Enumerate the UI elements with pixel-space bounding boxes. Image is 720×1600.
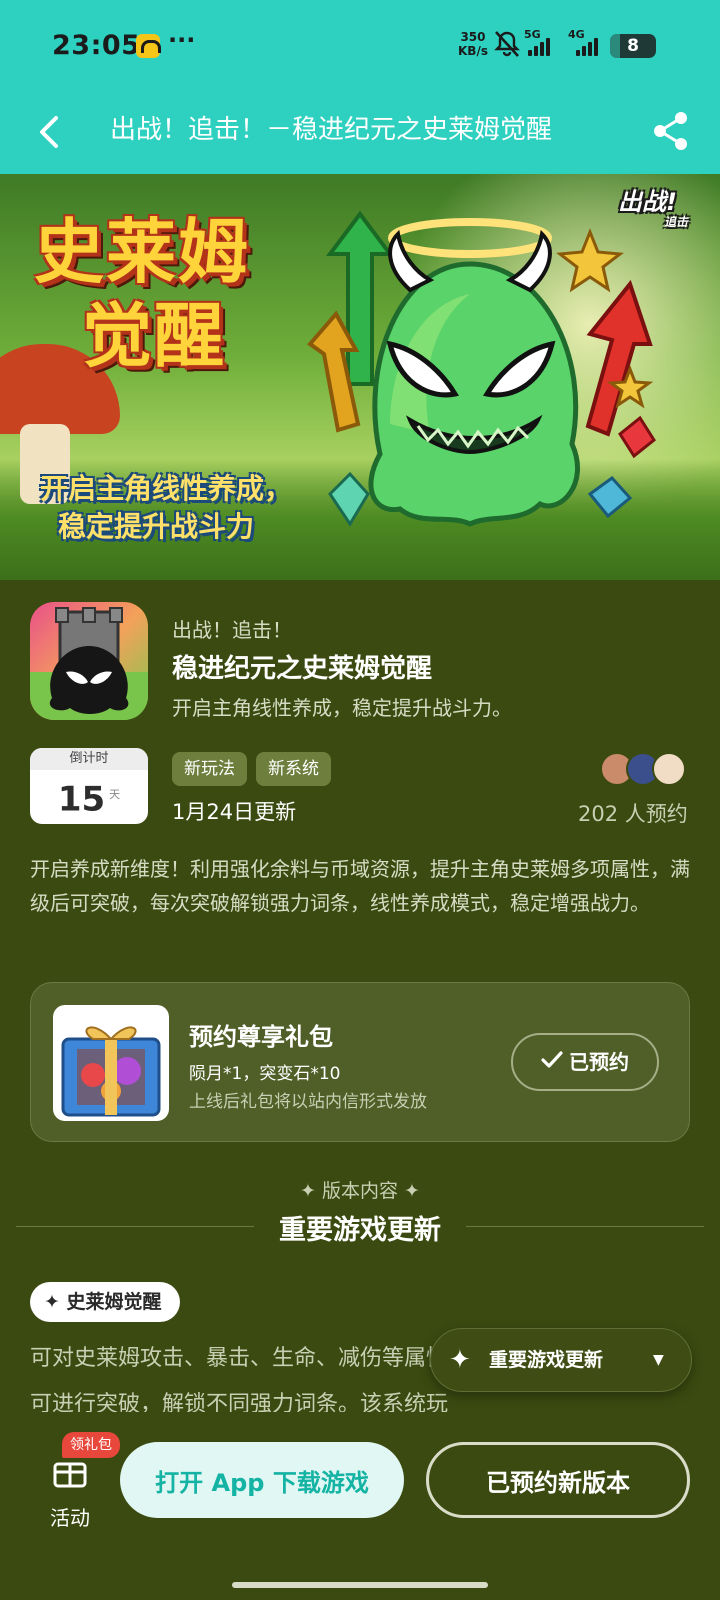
reserved-new-version-button[interactable]: 已预约新版本 [426, 1442, 690, 1518]
activity-button[interactable]: 活动 [42, 1446, 98, 1530]
reserve-count: 202 人预约 [578, 802, 688, 826]
banner-title: 史莱姆 觉醒 [34, 211, 250, 377]
game-title: 稳进纪元之史莱姆觉醒 [172, 654, 433, 684]
feature-label: 史莱姆觉醒 [66, 1291, 162, 1313]
slime-character-illustration [307, 210, 656, 527]
signal-bars-1-icon [528, 36, 550, 56]
sparkle-icon: ✦ [449, 1345, 471, 1375]
more-notifications-icon: ··· [168, 26, 196, 54]
banner-subtitle: 开启主角线性养成， 稳定提升战斗力 [40, 472, 293, 543]
feature-label-pill: ✦ 史莱姆觉醒 [30, 1282, 180, 1322]
update-date: 1月24日更新 [172, 800, 297, 824]
open-app-download-button[interactable]: 打开 App 下载游戏 [120, 1442, 404, 1518]
gift-box-icon [61, 1026, 161, 1117]
caret-down-icon: ▼ [653, 1352, 664, 1368]
tower-slime-icon [30, 607, 148, 720]
battery-indicator: 8 [610, 34, 656, 58]
version-section-label: ✦ 版本内容 ✦ [300, 1180, 420, 1202]
sparkle-icon: ✦ [44, 1291, 60, 1313]
network-speed-unit: KB/s [458, 44, 488, 58]
top-nav-bar: 出战！追击！－稳进纪元之史莱姆觉醒 [0, 90, 720, 174]
reservation-gift-card: 预约尊享礼包 陨月*1，突变石*10 上线后礼包将以站内信形式发放 已预约 [30, 982, 690, 1142]
back-chevron-icon[interactable] [30, 110, 70, 154]
page-title: 出战！追击！－稳进纪元之史莱姆觉醒 [110, 115, 553, 145]
game-subtitle: 出战！追击！ [172, 618, 292, 642]
status-time: 23:05 [52, 30, 141, 61]
promo-banner: 史莱姆 觉醒 开启主角线性养成， 稳定提升战斗力 出战! 追击 [0, 174, 720, 580]
gift-note: 上线后礼包将以站内信形式发放 [189, 1092, 427, 1112]
gift-title: 预约尊享礼包 [189, 1023, 333, 1051]
mute-bell-icon [494, 31, 520, 57]
bottom-action-bar: 活动 领礼包 打开 App 下载游戏 已预约新版本 [0, 1412, 720, 1572]
section-jump-button[interactable]: ✦ 重要游戏更新 ▼ [430, 1328, 692, 1392]
section-jump-label: 重要游戏更新 [489, 1349, 604, 1371]
home-indicator[interactable] [232, 1582, 488, 1588]
countdown-label: 倒计时 [30, 748, 148, 770]
reserver-avatars [600, 752, 688, 788]
status-bar: 23:05 ··· 350 KB/s 5G 4G 8 [0, 0, 720, 90]
game-icon[interactable] [30, 602, 148, 720]
check-icon [541, 1051, 563, 1068]
tag-new-gameplay: 新玩法 [172, 752, 247, 786]
network-speed: 350 KB/s [458, 30, 488, 58]
gift-badge: 领礼包 [62, 1432, 120, 1458]
network-speed-value: 350 [460, 30, 486, 44]
version-section-title: 重要游戏更新 [279, 1215, 441, 1246]
banner-badge: 出战! 追击 [618, 188, 689, 229]
signal-bars-2-icon [576, 36, 598, 56]
notification-app-icon [136, 34, 161, 58]
tag-new-system: 新系统 [256, 752, 331, 786]
gift-box-image [53, 1005, 169, 1121]
game-description: 开启养成新维度！利用强化余料与币域资源，提升主角史莱姆多项属性，满级后可突破，每… [30, 857, 690, 915]
countdown-days: 15 天 [57, 779, 121, 820]
activity-label: 活动 [50, 1506, 90, 1530]
avatar [652, 752, 686, 786]
reserved-button[interactable]: 已预约 [511, 1033, 659, 1091]
gift-items: 陨月*1，突变石*10 [189, 1064, 341, 1084]
reserved-button-label: 已预约 [569, 1050, 629, 1074]
game-tagline: 开启主角线性养成，稳定提升战斗力。 [172, 696, 512, 720]
share-icon[interactable] [648, 108, 694, 154]
countdown-card: 倒计时 15 天 [30, 748, 148, 824]
